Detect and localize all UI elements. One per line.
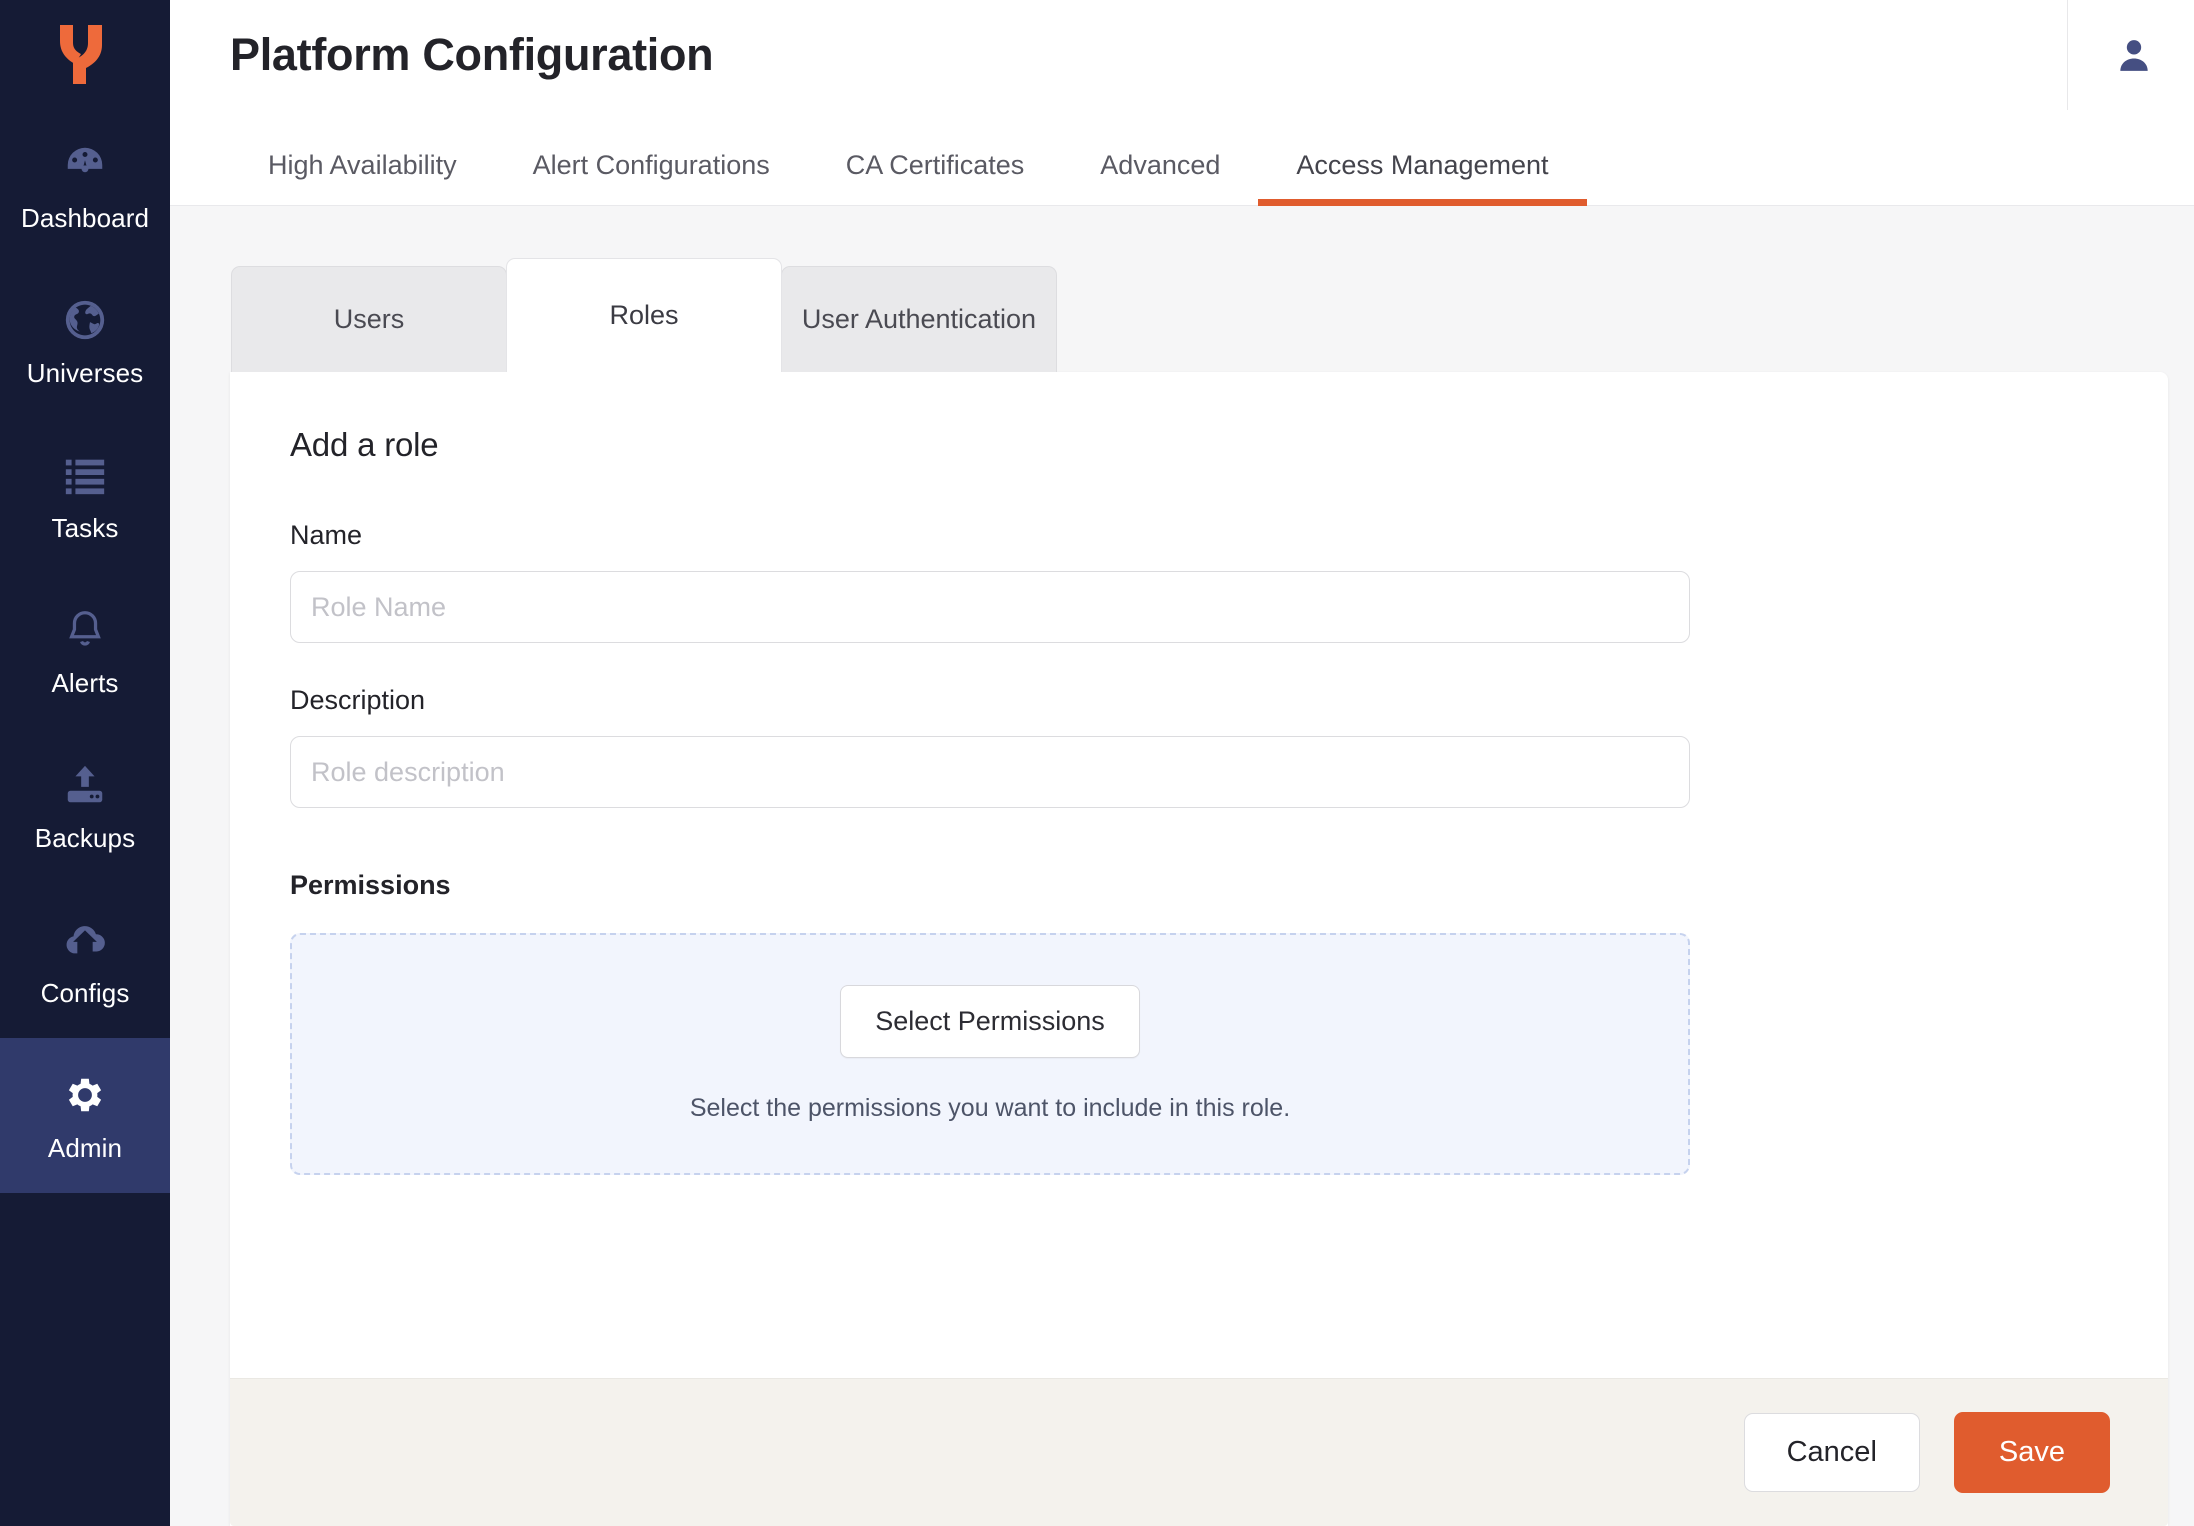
subtab-label: Users <box>334 302 405 337</box>
page-title: Platform Configuration <box>230 29 713 81</box>
tab-label: Advanced <box>1100 150 1220 180</box>
top-bar: Platform Configuration <box>170 0 2194 110</box>
globe-icon <box>61 296 109 344</box>
role-name-input[interactable] <box>290 571 1690 643</box>
save-button[interactable]: Save <box>1954 1412 2110 1493</box>
main-area: Platform Configuration High Availability… <box>170 0 2194 1526</box>
bell-icon <box>61 606 109 654</box>
tab-advanced[interactable]: Advanced <box>1062 152 1258 205</box>
primary-tabs: High Availability Alert Configurations C… <box>170 110 2194 206</box>
sidebar-item-universes[interactable]: Universes <box>0 263 170 418</box>
permissions-empty-panel: Select Permissions Select the permission… <box>290 933 1690 1175</box>
sidebar-item-admin[interactable]: Admin <box>0 1038 170 1193</box>
name-field-group: Name <box>290 520 1690 643</box>
sidebar-item-label: Backups <box>35 825 135 851</box>
role-description-input[interactable] <box>290 736 1690 808</box>
select-permissions-button[interactable]: Select Permissions <box>840 985 1140 1058</box>
tab-label: CA Certificates <box>846 150 1025 180</box>
subtab-label: User Authentication <box>802 302 1036 337</box>
sidebar-item-label: Alerts <box>51 670 118 696</box>
sidebar: Dashboard Universes Tasks Alerts Backups <box>0 0 170 1526</box>
sidebar-item-label: Configs <box>41 980 130 1006</box>
form-section-title: Add a role <box>290 426 2108 464</box>
subtab-label: Roles <box>609 298 678 333</box>
sidebar-item-alerts[interactable]: Alerts <box>0 573 170 728</box>
sidebar-item-configs[interactable]: Configs <box>0 883 170 1038</box>
user-menu[interactable] <box>2067 0 2194 110</box>
sidebar-item-backups[interactable]: Backups <box>0 728 170 883</box>
role-form-body: Add a role Name Description Permissions … <box>230 372 2168 1378</box>
sidebar-item-label: Dashboard <box>21 205 149 231</box>
permissions-heading: Permissions <box>290 870 2108 901</box>
gear-icon <box>61 1071 109 1119</box>
sidebar-item-label: Admin <box>48 1135 122 1161</box>
app-root: Dashboard Universes Tasks Alerts Backups <box>0 0 2194 1526</box>
tab-access-management[interactable]: Access Management <box>1258 152 1586 205</box>
yugabyte-logo-icon <box>57 23 113 85</box>
cancel-button[interactable]: Cancel <box>1744 1413 1920 1492</box>
role-form-card: Add a role Name Description Permissions … <box>230 372 2168 1526</box>
tab-label: Access Management <box>1296 150 1548 180</box>
description-field-group: Description <box>290 685 1690 808</box>
description-label: Description <box>290 685 1690 716</box>
dashboard-gauge-icon <box>61 141 109 189</box>
form-footer: Cancel Save <box>230 1378 2168 1526</box>
secondary-tabs: Users Roles User Authentication <box>231 258 2168 372</box>
tab-label: Alert Configurations <box>533 150 770 180</box>
tab-ca-certificates[interactable]: CA Certificates <box>808 152 1063 205</box>
backup-upload-icon <box>61 761 109 809</box>
list-icon <box>61 451 109 499</box>
sidebar-item-dashboard[interactable]: Dashboard <box>0 108 170 263</box>
tab-alert-configurations[interactable]: Alert Configurations <box>495 152 808 205</box>
user-avatar-icon <box>2114 33 2154 77</box>
subtab-roles[interactable]: Roles <box>506 258 782 372</box>
content-area: Users Roles User Authentication Add a ro… <box>170 206 2194 1526</box>
subtab-users[interactable]: Users <box>231 266 507 372</box>
app-logo[interactable] <box>0 0 170 108</box>
tab-high-availability[interactable]: High Availability <box>230 152 495 205</box>
sidebar-item-label: Tasks <box>52 515 119 541</box>
subtab-user-authentication[interactable]: User Authentication <box>781 266 1057 372</box>
sidebar-item-tasks[interactable]: Tasks <box>0 418 170 573</box>
sidebar-item-label: Universes <box>27 360 144 386</box>
cloud-upload-icon <box>61 916 109 964</box>
permissions-hint-text: Select the permissions you want to inclu… <box>690 1094 1290 1123</box>
name-label: Name <box>290 520 1690 551</box>
tab-label: High Availability <box>268 150 457 180</box>
